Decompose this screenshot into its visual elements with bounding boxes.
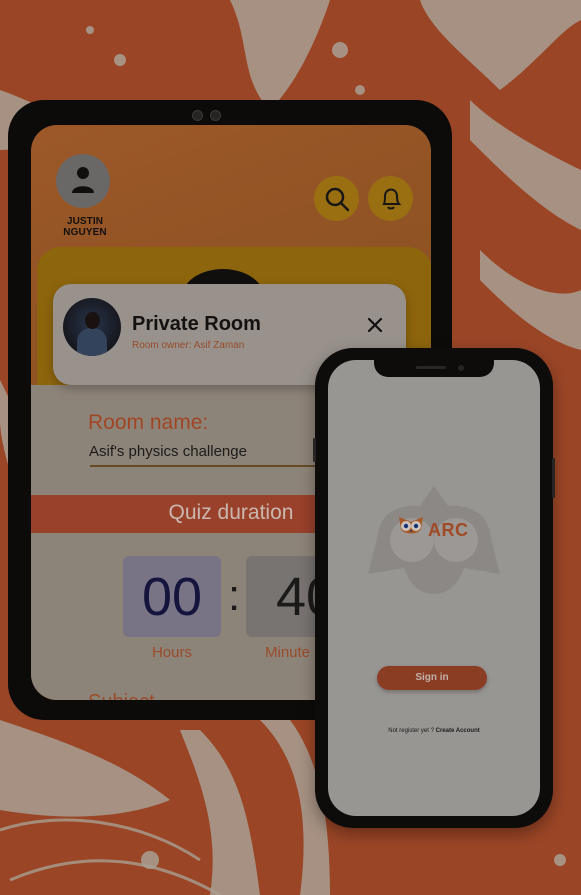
phone-device: ARC Sign in Not register yet ? Create Ac…: [313, 348, 555, 828]
sign-in-button[interactable]: Sign in: [377, 666, 487, 690]
subject-label: Subject: [88, 691, 155, 700]
room-name-input[interactable]: Asif's physics challenge: [89, 443, 247, 460]
hours-label: Hours: [151, 644, 192, 661]
room-name-label: Room name:: [88, 411, 209, 434]
owner-photo: [63, 298, 121, 356]
room-owner: Room owner: Asif Zaman: [132, 340, 245, 351]
register-prompt: Not register yet ? Create Account: [328, 728, 540, 734]
owl-icon: [399, 517, 423, 534]
phone-screen: ARC Sign in Not register yet ? Create Ac…: [328, 360, 540, 816]
hours-value[interactable]: 00: [123, 567, 221, 627]
minutes-label: Minute: [265, 644, 311, 661]
room-name-underline: [90, 465, 340, 467]
owl-watermark-icon: [368, 486, 500, 594]
close-icon[interactable]: [367, 317, 383, 333]
time-separator: :: [228, 571, 241, 620]
notifications-button[interactable]: [368, 176, 413, 221]
register-text: Not register yet ?: [388, 728, 436, 734]
create-account-link[interactable]: Create Account: [436, 728, 480, 734]
search-button[interactable]: [314, 176, 359, 221]
user-name: JUSTIN NGUYEN: [63, 216, 107, 238]
bell-icon: [382, 188, 402, 210]
user-avatar[interactable]: [56, 154, 110, 208]
phone-notch: [374, 360, 494, 377]
app-logo-text: ARC: [428, 520, 469, 540]
search-icon: [325, 187, 350, 212]
popup-title: Private Room: [132, 313, 261, 335]
user-icon: [72, 167, 94, 193]
quiz-duration-text: Quiz duration: [168, 501, 294, 524]
tablet-camera: [192, 110, 232, 121]
